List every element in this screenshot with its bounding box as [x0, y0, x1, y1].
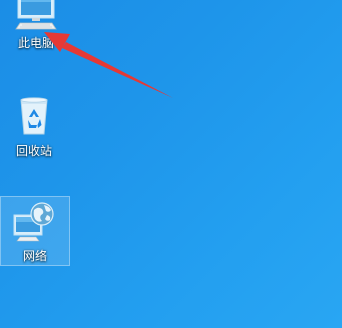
desktop-icon-network[interactable]: 网络: [0, 196, 70, 266]
this-pc-icon: [15, 0, 57, 30]
network-icon: [13, 202, 54, 242]
desktop[interactable]: 此电脑 回收站 网络: [0, 0, 342, 328]
desktop-icon-recycle-bin[interactable]: 回收站: [2, 96, 66, 158]
recycle-bin-icon: [20, 97, 48, 135]
desktop-icon-this-pc[interactable]: 此电脑: [4, 0, 68, 50]
network-label: 网络: [22, 249, 47, 263]
recycle-bin-label: 回收站: [15, 144, 52, 158]
this-pc-label: 此电脑: [17, 36, 54, 50]
